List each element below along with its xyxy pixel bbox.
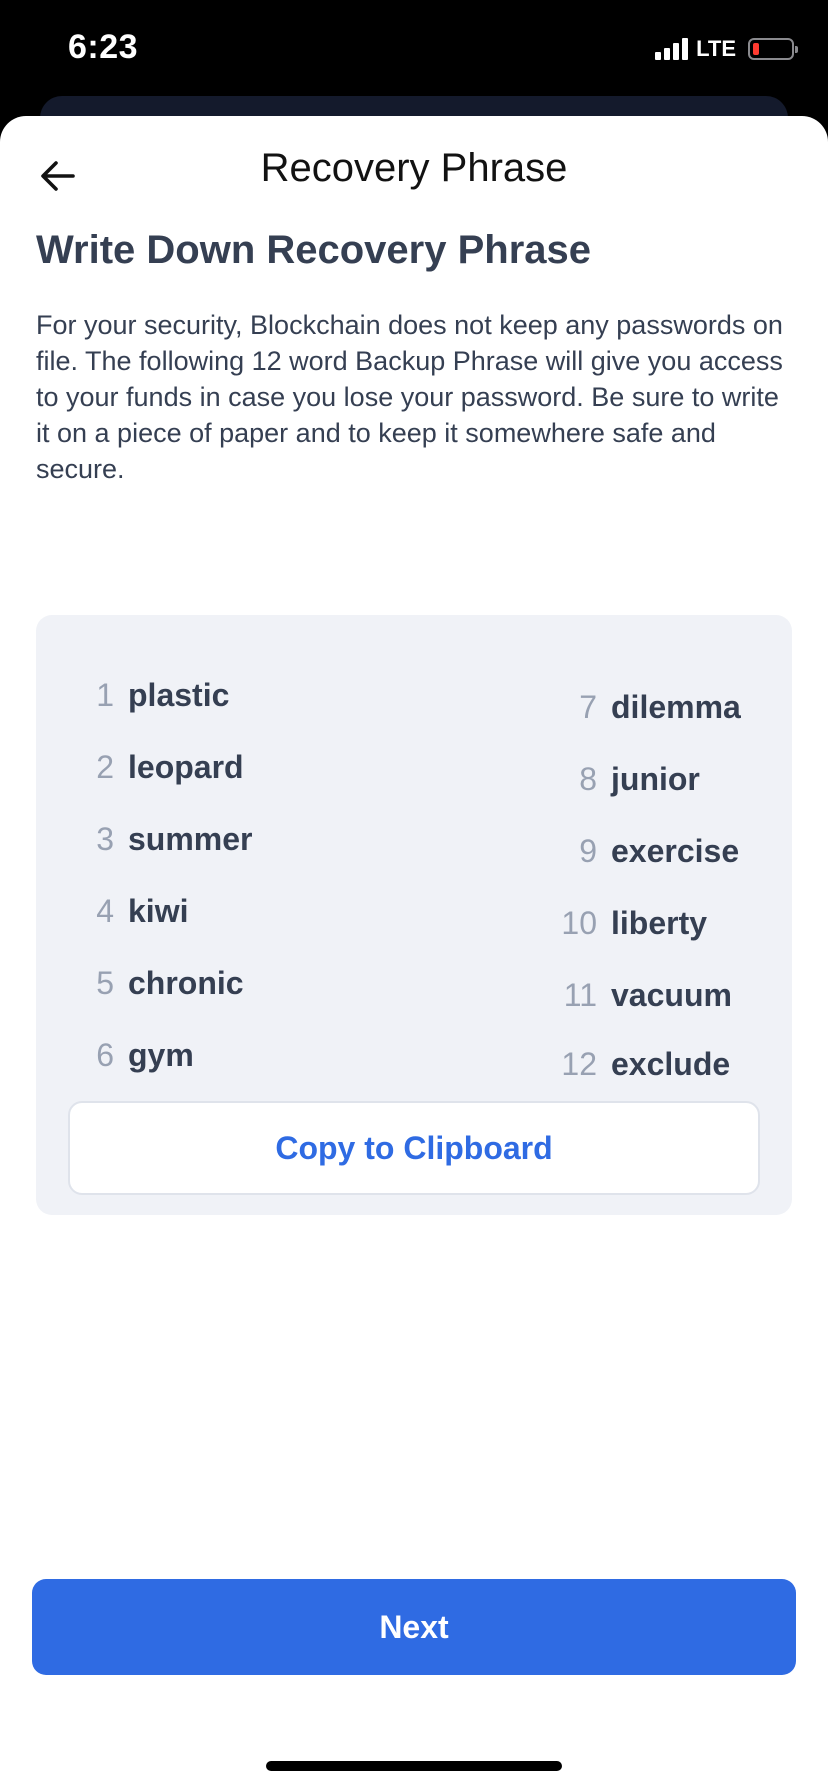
phrase-word: 11 vacuum [551,959,741,1031]
phrase-words-right-column: 7 dilemma 8 junior 9 exercise 10 liberty… [551,671,741,1097]
word-text: chronic [128,964,244,1001]
phrase-word: 6 gym [68,1019,253,1091]
word-text: liberty [611,904,708,941]
word-index: 3 [96,820,114,857]
phrase-word: 5 chronic [68,947,253,1019]
word-text: kiwi [128,892,189,929]
phrase-word: 12 exclude [551,1031,741,1097]
battery-level [753,43,759,55]
word-index: 12 [561,1045,597,1082]
phrase-word: 3 summer [68,803,253,875]
battery-icon [748,38,798,60]
word-index: 6 [96,1036,114,1073]
word-index: 2 [96,748,114,785]
word-index: 10 [561,904,597,941]
word-text: summer [128,820,253,857]
word-index: 9 [579,832,597,869]
network-type-label: LTE [696,36,736,61]
word-index: 1 [96,676,114,713]
word-index: 4 [96,892,114,929]
cellular-signal-icon [655,38,689,60]
copy-to-clipboard-button[interactable]: Copy to Clipboard [68,1101,760,1195]
word-text: leopard [128,748,244,785]
word-text: exercise [611,832,740,869]
word-text: gym [128,1036,194,1073]
word-index: 11 [563,976,597,1013]
word-index: 8 [579,760,597,797]
phrase-word: 10 liberty [551,887,741,959]
phrase-words-left-column: 1 plastic 2 leopard 3 summer 4 kiwi 5 ch… [68,659,253,1091]
recovery-phrase-sheet: Recovery Phrase Write Down Recovery Phra… [0,116,828,1792]
word-text: plastic [128,676,230,713]
word-text: dilemma [611,688,741,725]
section-heading: Write Down Recovery Phrase [36,228,592,272]
phrase-word: 9 exercise [551,815,741,887]
home-indicator [266,1761,562,1771]
status-time: 6:23 [68,28,139,66]
phrase-word: 1 plastic [68,659,253,731]
recovery-phrase-card: 1 plastic 2 leopard 3 summer 4 kiwi 5 ch… [36,615,792,1215]
phrase-word: 8 junior [551,743,741,815]
phrase-word: 7 dilemma [551,671,741,743]
phrase-word: 2 leopard [68,731,253,803]
word-text: vacuum [611,976,732,1013]
status-indicators: LTE [655,36,798,62]
word-index: 5 [96,964,114,1001]
phrase-word: 4 kiwi [68,875,253,947]
word-index: 7 [579,688,597,725]
status-bar: 6:23 LTE [0,0,828,100]
word-text: junior [611,760,700,797]
word-text: exclude [611,1045,731,1082]
next-button[interactable]: Next [32,1579,796,1675]
security-description: For your security, Blockchain does not k… [36,310,783,484]
page-title: Recovery Phrase [260,146,568,190]
